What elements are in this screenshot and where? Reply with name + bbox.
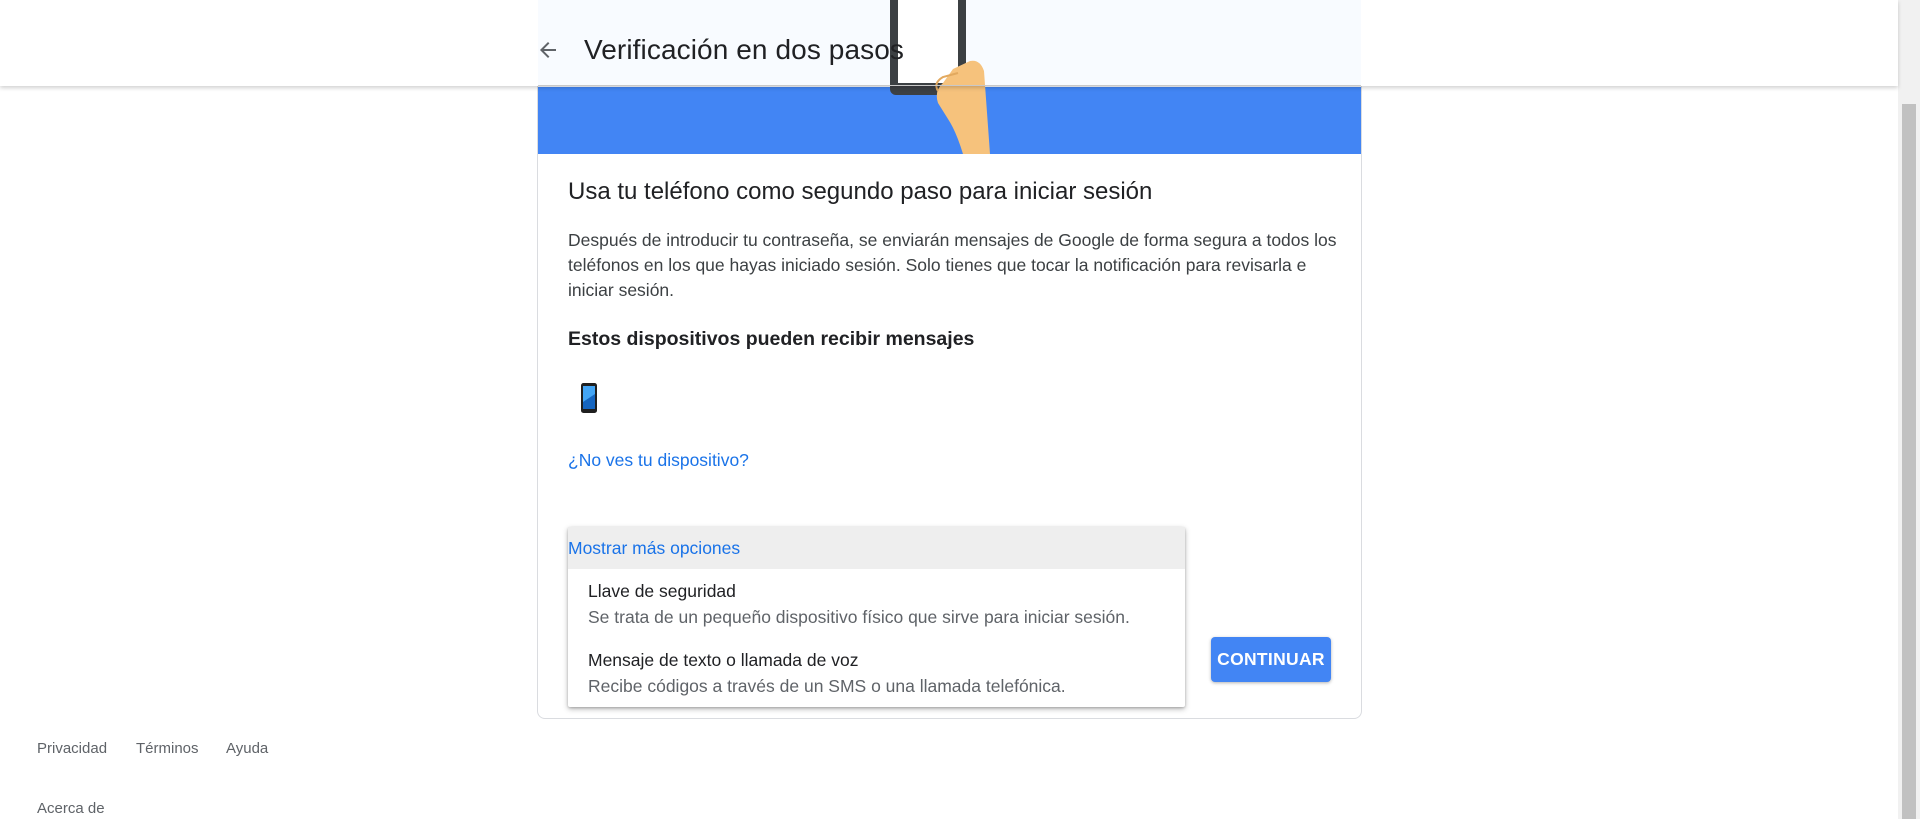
scrollbar-thumb[interactable] [1902, 104, 1916, 819]
show-more-options-label: Mostrar más opciones [568, 537, 741, 558]
devices-heading: Estos dispositivos pueden recibir mensaj… [568, 328, 975, 350]
footer-about-link[interactable]: Acerca de [37, 800, 105, 817]
footer-privacy-link[interactable]: Privacidad [37, 740, 107, 757]
option-security-key[interactable]: Llave de seguridad Se trata de un pequeñ… [588, 581, 1130, 628]
more-options-menu: Mostrar más opciones Llave de seguridad … [568, 527, 1185, 707]
page: Verificación en dos pasos Usa tu teléfon… [0, 0, 1920, 819]
no-device-link[interactable]: ¿No ves tu dispositivo? [568, 450, 749, 471]
footer-terms-link[interactable]: Términos [136, 740, 199, 757]
option-subtitle: Recibe códigos a través de un SMS o una … [588, 676, 1066, 696]
arrow-left-icon [540, 42, 556, 58]
option-subtitle: Se trata de un pequeño dispositivo físic… [588, 607, 1130, 627]
app-header: Verificación en dos pasos [0, 0, 1898, 86]
section-heading: Usa tu teléfono como segundo paso para i… [568, 178, 1153, 205]
section-description: Después de introducir tu contraseña, se … [568, 230, 1337, 300]
option-title: Llave de seguridad [588, 581, 736, 601]
footer-help-link[interactable]: Ayuda [226, 740, 268, 757]
page-title: Verificación en dos pasos [584, 34, 905, 65]
show-more-options-toggle[interactable]: Mostrar más opciones [568, 527, 1185, 569]
back-button[interactable] [528, 30, 568, 70]
option-sms-or-call[interactable]: Mensaje de texto o llamada de voz Recibe… [588, 650, 1066, 697]
option-title: Mensaje de texto o llamada de voz [588, 650, 859, 670]
smartphone-icon [580, 382, 598, 419]
continue-button[interactable]: CONTINUAR [1211, 637, 1331, 682]
